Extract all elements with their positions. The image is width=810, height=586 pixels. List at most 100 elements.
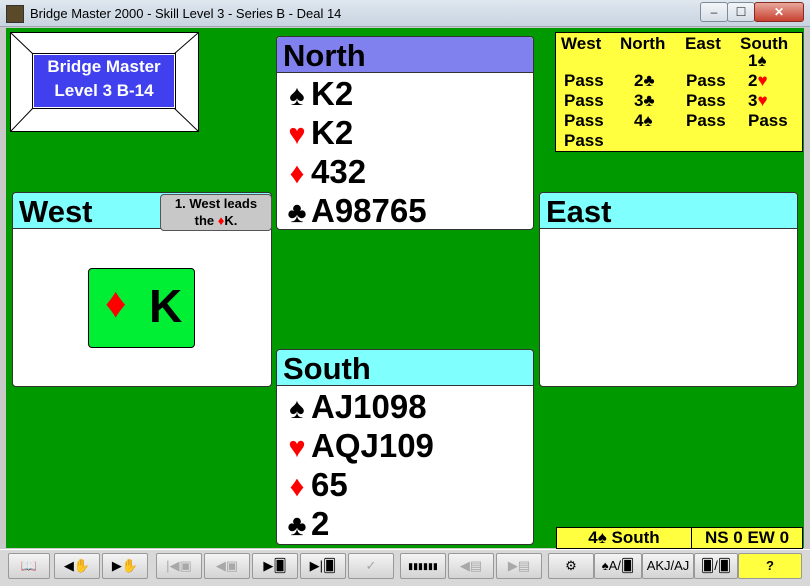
north-hand: North ♠ K2 ♥ K2 ♦ 432 ♣ A98765 [276, 36, 534, 230]
first-trick-button[interactable]: |◀▣ [156, 553, 202, 579]
bid-text: Pass [564, 111, 604, 130]
bid-cell: Pass [686, 91, 726, 111]
north-spades-row[interactable]: ♠ K2 [283, 75, 353, 113]
app-icon[interactable] [6, 5, 24, 23]
contract-level: 4 [588, 528, 598, 547]
south-hearts[interactable]: AQJ109 [311, 427, 434, 464]
north-hearts[interactable]: K2 [311, 114, 353, 151]
south-diamonds[interactable]: 65 [311, 466, 348, 503]
heart-icon: ♥ [288, 119, 306, 151]
bid-cell: Pass [564, 131, 604, 151]
bid-cell: 3♥ [748, 91, 768, 111]
book-icon[interactable]: 📖 [8, 553, 50, 579]
spade-icon: ♠ [597, 528, 607, 547]
bid-text: Pass [748, 111, 788, 130]
bid-text: Pass [686, 111, 726, 130]
club-icon: ♣ [287, 510, 307, 542]
help-button[interactable]: ? [738, 553, 802, 579]
north-clubs[interactable]: A98765 [311, 192, 427, 229]
diamond-icon: ♦ [105, 279, 127, 326]
settings-icon[interactable]: ⚙ [548, 553, 594, 579]
bid-suit-icon: ♠ [757, 51, 767, 70]
bidding-box: West North East South 1♠ Pass 2♣ Pass 2♥ Pass… [555, 32, 803, 152]
bid-cell: Pass [686, 111, 726, 131]
logo-line2: Level 3 B-14 [54, 81, 154, 100]
next-trick-button[interactable]: ▶🂠 [252, 553, 298, 579]
north-diamonds-row[interactable]: ♦ 432 [283, 153, 366, 191]
bid-cell: Pass [686, 71, 726, 91]
north-hearts-row[interactable]: ♥ K2 [283, 114, 353, 152]
east-hand: East [539, 192, 798, 387]
lead-note-rank: K. [224, 213, 238, 228]
south-spades[interactable]: AJ1098 [311, 388, 427, 425]
diamond-icon: ♦ [289, 471, 305, 503]
north-diamonds[interactable]: 432 [311, 153, 366, 190]
played-card: ♦ K [88, 268, 195, 348]
lead-note-line2: the ♦K. [161, 212, 271, 229]
contract-display: 4♠ South [556, 527, 692, 549]
minimize-button[interactable]: – [700, 2, 728, 22]
bid-cell: 2♣ [634, 71, 655, 91]
south-clubs-row[interactable]: ♣ 2 [283, 505, 329, 543]
south-hand: South ♠ AJ1098 ♥ AQJ109 ♦ 65 ♣ 2 [276, 349, 534, 545]
logo-badge: Bridge Master Level 3 B-14 [32, 53, 176, 109]
bid-suit-icon: ♥ [757, 71, 768, 90]
last-trick-button[interactable]: ▶|🂠 [300, 553, 346, 579]
bid-cell: 3♣ [634, 91, 655, 111]
bid-cell: 2♥ [748, 71, 768, 91]
spade-icon: ♠ [289, 393, 305, 425]
lead-note-line1: 1. West leads [174, 196, 258, 211]
spade-icon: ♠ [289, 80, 305, 112]
bid-suit-icon: ♣ [643, 91, 655, 110]
back-hand-button[interactable]: ◀✋ [54, 553, 100, 579]
close-button[interactable]: ✕ [754, 2, 804, 22]
bid-cell: Pass [564, 71, 604, 91]
diamond-icon: ♦ [289, 158, 305, 190]
bid-cell: Pass [564, 91, 604, 111]
akj-button[interactable]: AKJ/AJ [642, 553, 694, 579]
bid-text: Pass [564, 131, 604, 150]
played-card-rank: K [149, 280, 183, 332]
north-clubs-row[interactable]: ♣ A98765 [283, 192, 427, 230]
bid-text: Pass [564, 71, 604, 90]
heart-icon: ♥ [288, 432, 306, 464]
window-title: Bridge Master 2000 - Skill Level 3 - Ser… [30, 6, 342, 21]
bid-header-north: North [620, 34, 666, 53]
bid-text: Pass [686, 91, 726, 110]
spade-ace-button[interactable]: ♠A/🂠 [594, 553, 642, 579]
north-label: North [277, 37, 533, 73]
south-spades-row[interactable]: ♠ AJ1098 [283, 388, 427, 426]
keyboard-icon[interactable]: ▮▮▮▮▮▮ [400, 553, 446, 579]
score-display: NS 0 EW 0 [691, 527, 803, 549]
prev-page-button[interactable]: ◀▤ [448, 553, 494, 579]
bid-cell: 1♠ [748, 51, 767, 71]
title-bar: Bridge Master 2000 - Skill Level 3 - Ser… [0, 0, 810, 27]
south-label: South [277, 350, 533, 386]
south-clubs[interactable]: 2 [311, 505, 329, 542]
club-icon: ♣ [287, 197, 307, 229]
bid-suit-icon: ♠ [643, 111, 653, 130]
bid-cell: Pass [748, 111, 788, 131]
east-label: East [540, 193, 797, 229]
south-diamonds-row[interactable]: ♦ 65 [283, 466, 348, 504]
toolbar: 📖 ◀✋ ▶✋ |◀▣ ◀▣ ▶🂠 ▶|🂠 ✓ ▮▮▮▮▮▮ ◀▤ ▶▤ ⚙ ♠… [0, 549, 810, 586]
check-button[interactable]: ✓ [348, 553, 394, 579]
lead-note-prefix: the [194, 213, 218, 228]
bid-suit-icon: ♥ [757, 91, 768, 110]
prev-trick-button[interactable]: ◀▣ [204, 553, 250, 579]
south-hearts-row[interactable]: ♥ AQJ109 [283, 427, 434, 465]
cards-toggle-button[interactable]: 🂠/🂠 [694, 553, 738, 579]
next-page-button[interactable]: ▶▤ [496, 553, 542, 579]
north-spades[interactable]: K2 [311, 75, 353, 112]
bid-header-east: East [685, 34, 721, 53]
bid-text: Pass [686, 71, 726, 90]
maximize-button[interactable]: ☐ [727, 2, 755, 22]
forward-hand-button[interactable]: ▶✋ [102, 553, 148, 579]
logo: Bridge Master Level 3 B-14 [10, 32, 199, 132]
bid-cell: 4♠ [634, 111, 653, 131]
bid-text: Pass [564, 91, 604, 110]
lead-note: 1. West leads the ♦K. [160, 194, 272, 231]
bid-header-west: West [561, 34, 602, 53]
bid-suit-icon: ♣ [643, 71, 655, 90]
logo-line1: Bridge Master [47, 57, 161, 76]
